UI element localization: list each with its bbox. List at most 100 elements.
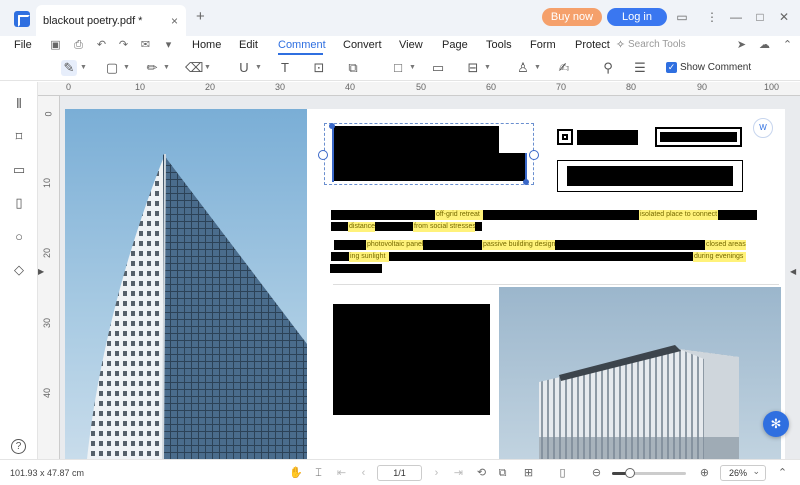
pencil-icon[interactable]: ✏	[144, 60, 160, 76]
menu-tools[interactable]: Tools	[486, 39, 512, 51]
close-window-icon[interactable]: ✕	[776, 9, 792, 25]
expand-icon[interactable]: ⌃	[781, 39, 794, 52]
highlight[interactable]: isolated place to connect	[639, 210, 718, 220]
undo-icon[interactable]: ↶	[95, 39, 108, 52]
menu-edit[interactable]: Edit	[239, 39, 258, 51]
page-view-icon[interactable]: ▯	[556, 467, 569, 480]
chevron-down-icon[interactable]: ▼	[204, 64, 211, 71]
selection-frame[interactable]	[324, 123, 534, 185]
highlight[interactable]: passive building designs	[482, 240, 555, 250]
search-tools-input[interactable]: Search Tools	[628, 39, 686, 50]
highlight[interactable]: off-grid retreat	[435, 210, 483, 220]
measure-icon[interactable]: ⊟	[465, 60, 481, 76]
redo-icon[interactable]: ↷	[117, 39, 130, 52]
callout-icon[interactable]: ⧉	[345, 60, 361, 76]
highlight-tool-icon[interactable]: ✎	[61, 60, 77, 76]
comment-list-icon[interactable]: ☰	[632, 60, 648, 76]
tab-close-icon[interactable]: ×	[171, 14, 178, 28]
underline-icon[interactable]: U	[236, 60, 252, 76]
maximize-icon[interactable]: □	[752, 9, 768, 25]
signature-icon[interactable]: ✍	[556, 60, 572, 76]
mail-icon[interactable]: ✉	[139, 39, 152, 52]
area-highlight-icon[interactable]: ▢	[104, 60, 120, 76]
help-icon[interactable]: ?	[11, 439, 26, 454]
menu-comment[interactable]: Comment	[278, 39, 326, 51]
stamp-icon[interactable]: ♙	[515, 60, 531, 76]
menu-page[interactable]: Page	[442, 39, 468, 51]
menu-protect[interactable]: Protect	[575, 39, 610, 51]
building-image-left	[65, 109, 307, 459]
log-in-button[interactable]: Log in	[607, 8, 667, 26]
pdf-page[interactable]: off-grid retreat isolated place to conne…	[65, 109, 785, 459]
menu-form[interactable]: Form	[530, 39, 556, 51]
share-icon[interactable]: ➤	[735, 39, 748, 52]
highlight[interactable]: photovoltaic panels	[366, 240, 423, 250]
upload-cloud-icon[interactable]: ☁	[758, 39, 771, 52]
typewriter-icon[interactable]: T	[277, 60, 293, 76]
sticky-note-icon[interactable]: ▭	[430, 60, 446, 76]
convert-to-word-icon[interactable]: W	[753, 118, 773, 138]
chevron-down-icon[interactable]: ▼	[123, 64, 130, 71]
redaction-line	[483, 210, 639, 220]
menu-icon[interactable]: ⋮	[704, 9, 720, 25]
new-tab-icon[interactable]: +	[196, 9, 205, 24]
feedback-icon[interactable]: ▭	[674, 9, 690, 25]
hand-tool-icon[interactable]: ✋	[289, 467, 303, 480]
document-tab[interactable]: blackout poetry.pdf * ×	[36, 5, 186, 36]
attachment-icon[interactable]: ⚲	[600, 60, 616, 76]
show-comment-label: Show Comment	[680, 62, 752, 73]
search-icon[interactable]: ○	[11, 229, 27, 245]
dropdown-icon[interactable]: ▾	[162, 39, 175, 52]
menu-view[interactable]: View	[399, 39, 423, 51]
print-icon[interactable]: ⎙	[72, 39, 85, 52]
highlight[interactable]: closed areas	[705, 240, 746, 250]
zoom-out-icon[interactable]: ⊖	[590, 467, 603, 480]
buy-now-button[interactable]: Buy now	[542, 8, 602, 26]
expand-panel-icon[interactable]: ◀	[790, 267, 796, 276]
zoom-slider-handle[interactable]	[625, 468, 635, 478]
highlight[interactable]: during evenings	[693, 252, 746, 262]
chevron-down-icon[interactable]: ▼	[255, 64, 262, 71]
minimize-icon[interactable]: —	[728, 9, 744, 25]
last-page-icon[interactable]: ⇥	[452, 467, 465, 480]
attachment-panel-icon[interactable]: ▯	[11, 195, 27, 211]
collapse-status-icon[interactable]: ⌃	[776, 467, 789, 480]
page-layout-icon[interactable]: ⊞	[522, 467, 535, 480]
menu-convert[interactable]: Convert	[343, 39, 382, 51]
document-canvas[interactable]: off-grid retreat isolated place to conne…	[60, 96, 800, 459]
menu-home[interactable]: Home	[192, 39, 221, 51]
chevron-down-icon[interactable]: ▼	[409, 64, 416, 71]
resize-handle[interactable]	[529, 150, 539, 160]
chevron-down-icon[interactable]: ▼	[484, 64, 491, 71]
zoom-in-icon[interactable]: ⊕	[698, 467, 711, 480]
save-icon[interactable]: ▣	[49, 39, 62, 52]
show-comment-checkbox[interactable]: ✓	[666, 62, 677, 73]
chevron-down-icon[interactable]: ▼	[80, 64, 87, 71]
previous-page-icon[interactable]: ‹	[357, 467, 370, 480]
layers-icon[interactable]: ◇	[11, 262, 27, 278]
rotate-icon[interactable]: ⟲	[475, 467, 488, 480]
bookmark-icon[interactable]: ⌑	[11, 129, 27, 145]
chevron-down-icon[interactable]: ▼	[163, 64, 170, 71]
chevron-down-icon[interactable]: ▼	[534, 64, 541, 71]
highlight[interactable]: ing sunlight	[349, 252, 389, 262]
shape-icon[interactable]: □	[390, 60, 406, 76]
comment-panel-icon[interactable]: ▭	[11, 162, 27, 178]
text-box-icon[interactable]: ⊡	[311, 60, 327, 76]
menu-file[interactable]: File	[14, 39, 32, 51]
page-number-input[interactable]: 1/1	[377, 465, 422, 481]
collapse-panel-icon[interactable]: ▶	[38, 267, 44, 276]
fit-page-icon[interactable]: ⧉	[496, 467, 509, 480]
ruler-label: 50	[416, 82, 427, 92]
thumbnails-icon[interactable]: ⫴	[11, 96, 27, 112]
redaction-block[interactable]	[333, 304, 490, 415]
next-page-icon[interactable]: ›	[430, 467, 443, 480]
eraser-icon[interactable]: ⌫	[185, 60, 203, 76]
resize-handle[interactable]	[318, 150, 328, 160]
zoom-level-select[interactable]: 26%	[720, 464, 766, 481]
first-page-icon[interactable]: ⇤	[335, 467, 348, 480]
select-tool-icon[interactable]: ⌶	[312, 467, 325, 480]
ai-assistant-icon[interactable]: ✻	[763, 411, 789, 437]
highlight[interactable]: from social stresses	[413, 222, 475, 232]
highlight[interactable]: distance	[348, 222, 375, 232]
